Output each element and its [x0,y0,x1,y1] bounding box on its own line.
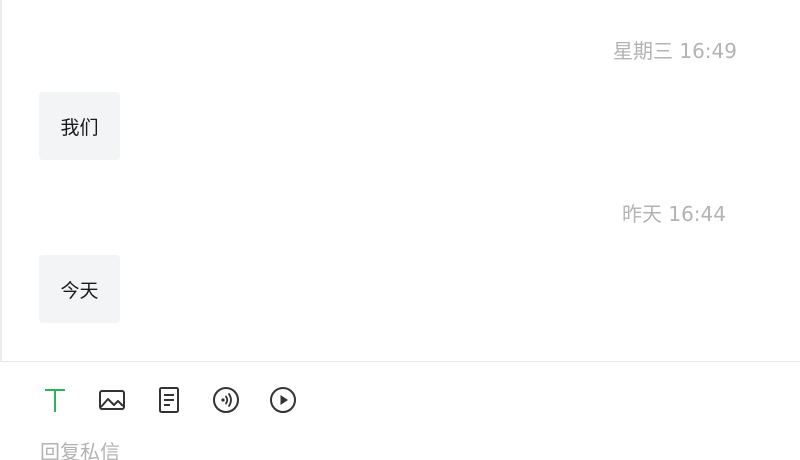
audio-tool-button[interactable] [211,385,241,415]
audio-icon [213,387,239,413]
document-tool-button[interactable] [154,385,184,415]
text-tool-button[interactable] [40,385,70,415]
chat-window: 星期三 16:49 我们 昨天 16:44 今天 [0,0,800,460]
message-timestamp: 星期三 16:49 [613,39,737,63]
message-bubble: 我们 [39,92,120,160]
text-icon [45,389,65,412]
video-tool-button[interactable] [268,385,298,415]
message-text: 我们 [60,116,99,139]
reply-composer [0,361,800,460]
image-tool-button[interactable] [97,385,127,415]
composer-toolbar [40,385,325,415]
document-icon [159,387,179,413]
image-icon [99,390,125,410]
message-bubble: 今天 [39,255,120,323]
reply-input[interactable] [40,440,740,460]
message-text: 今天 [60,279,99,302]
video-play-icon [270,387,296,413]
message-timestamp: 昨天 16:44 [622,202,726,226]
